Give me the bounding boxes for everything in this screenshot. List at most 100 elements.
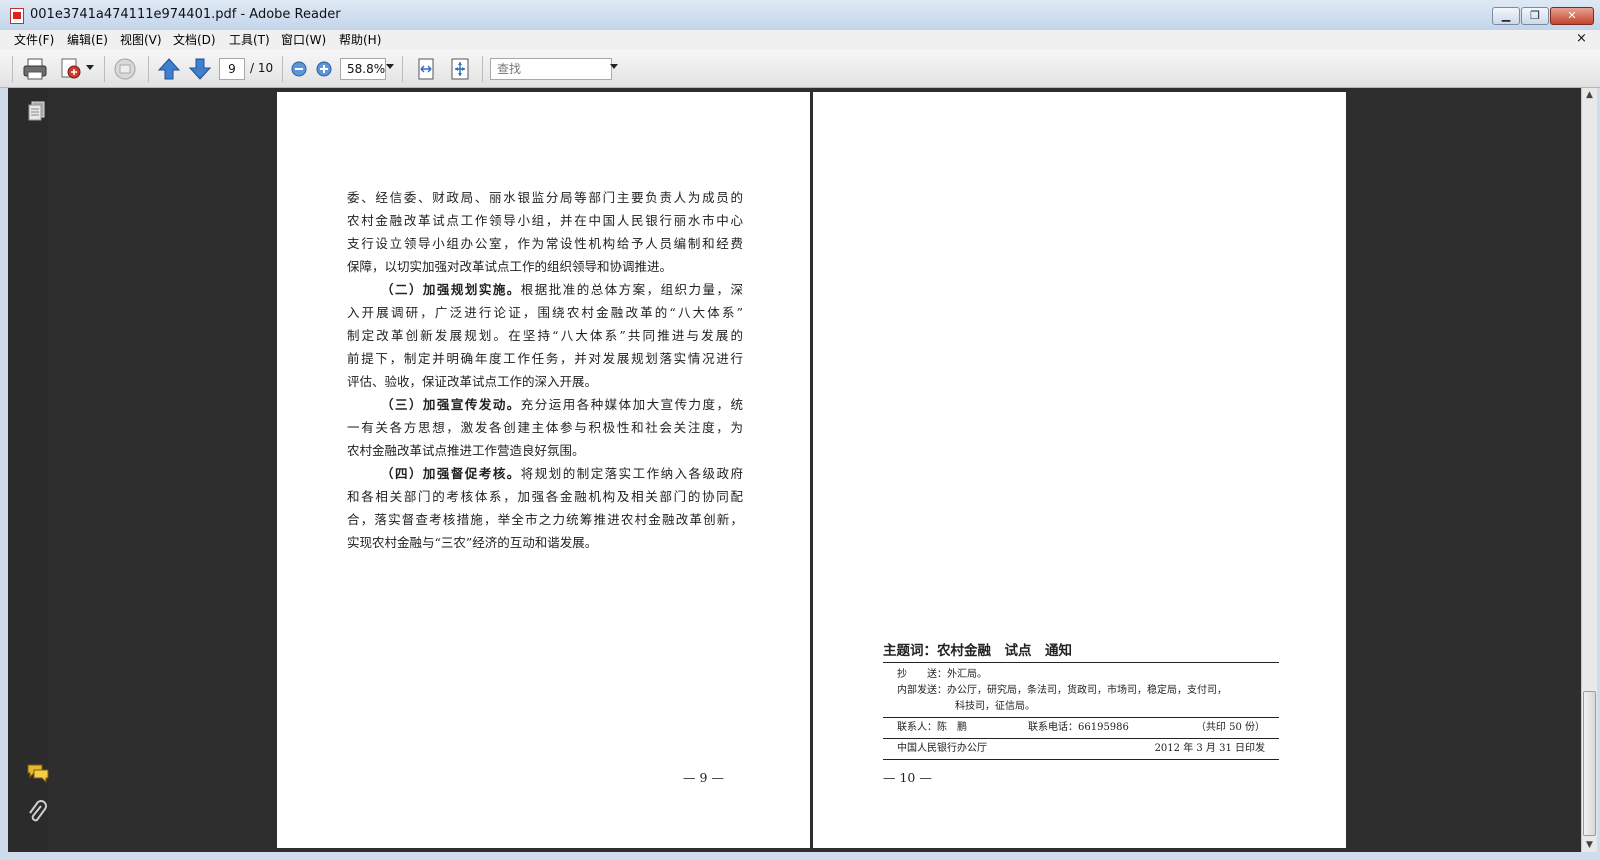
zoom-input[interactable]: 58.8% (340, 58, 386, 80)
scroll-down-icon[interactable]: ▼ (1582, 840, 1597, 850)
text-line: 支行设立领导小组办公室，作为常设性机构给予人员编制和经费 (347, 232, 743, 255)
print-button[interactable] (22, 57, 48, 81)
text-line: （二）加强规划实施。根据批准的总体方案，组织力量，深 (347, 278, 743, 301)
menu-help[interactable]: 帮助(H) (339, 31, 381, 48)
zoom-in-button[interactable] (314, 57, 334, 81)
scroll-up-icon[interactable]: ▲ (1582, 90, 1597, 100)
minimize-button[interactable]: ▁ (1492, 7, 1520, 25)
issuer: 中国人民银行办公厅 (897, 743, 987, 754)
section-heading: （三）加强宣传发动。 (381, 397, 521, 412)
page-number-input[interactable]: 9 (219, 58, 245, 80)
pdf-page-10: 主题词：农村金融 试点 通知 抄 送：外汇局。 内部发送：办公厅，研究局，条法司… (813, 92, 1346, 848)
toolbar-separator (104, 56, 105, 82)
zoom-out-icon (291, 61, 307, 77)
pdf-file-icon (10, 8, 24, 24)
text-line: 农村金融改革试点推进工作营造良好氛围。 (347, 439, 743, 462)
close-button[interactable]: ✕ (1550, 7, 1594, 25)
create-pdf-button[interactable] (58, 57, 94, 81)
menu-view[interactable]: 视图(V) (120, 31, 162, 48)
menu-window[interactable]: 窗口(W) (281, 31, 326, 48)
toolbar: 9 / 10 58.8% 查找 (0, 50, 1600, 88)
previous-page-button[interactable] (157, 57, 181, 81)
print-copies: （共印 50 份） (1195, 722, 1265, 733)
arrow-up-icon (157, 58, 181, 80)
line-text: 实现农村金融与“三农”经济的互动和谐发展。 (347, 535, 598, 550)
text-line: 评估、验收，保证改革试点工作的深入开展。 (347, 370, 743, 393)
vertical-scrollbar[interactable]: ▲ ▼ (1581, 88, 1597, 852)
contact-phone: 联系电话：66195986 (1028, 722, 1129, 733)
comments-icon[interactable] (26, 762, 50, 784)
next-page-button[interactable] (188, 57, 212, 81)
zoom-in-icon (316, 61, 332, 77)
menu-bar: 文件(F) 编辑(E) 视图(V) 文档(D) 工具(T) 窗口(W) 帮助(H… (0, 30, 1600, 50)
zoom-dropdown-icon[interactable] (386, 64, 394, 69)
title-bar[interactable]: 001e3741a474111e974401.pdf - Adobe Reade… (0, 0, 1600, 30)
pages-icon[interactable] (26, 100, 46, 122)
fit-width-button[interactable] (414, 57, 438, 81)
page-10-number: — 10 — (883, 770, 932, 785)
text-line: （三）加强宣传发动。充分运用各种媒体加大宣传力度，统 (347, 393, 743, 416)
text-line: 合，落实督查考核措施，举全市之力统筹推进农村金融改革创新， (347, 508, 743, 531)
collaborate-button[interactable] (112, 57, 138, 81)
line-text: 委、经信委、财政局、丽水银监分局等部门主要负责人为成员的 (347, 190, 743, 205)
create-pdf-icon (61, 58, 81, 79)
page-total: / 10 (250, 61, 274, 75)
line-text: 保障，以切实加强对改革试点工作的组织领导和协调推进。 (347, 259, 673, 274)
print-icon (23, 58, 47, 80)
menu-edit[interactable]: 编辑(E) (67, 31, 108, 48)
fit-width-icon (418, 58, 434, 80)
issue-date: 2012 年 3 月 31 日印发 (1154, 743, 1265, 754)
line-text: 将规划的制定落实工作纳入各级政府 (520, 466, 743, 481)
toolbar-separator (402, 56, 403, 82)
attachment-icon[interactable] (26, 800, 48, 824)
page-9-number: — 9 — (683, 770, 724, 785)
text-line: 实现农村金融与“三农”经济的互动和谐发展。 (347, 531, 743, 554)
line-text: 充分运用各种媒体加大宣传力度，统 (520, 397, 743, 412)
create-pdf-dropdown-icon (86, 65, 94, 70)
search-dropdown-icon[interactable] (610, 64, 618, 69)
text-line: 委、经信委、财政局、丽水银监分局等部门主要负责人为成员的 (347, 186, 743, 209)
line-text: 农村金融改革试点推进工作营造良好氛围。 (347, 443, 585, 458)
line-text: 农村金融改革试点工作领导小组，并在中国人民银行丽水市中心 (347, 213, 743, 228)
line-text: 评估、验收，保证改革试点工作的深入开展。 (347, 374, 598, 389)
collaborate-icon (114, 58, 136, 80)
contact-person: 联系人：陈 鹏 (897, 722, 967, 733)
fit-page-button[interactable] (448, 57, 472, 81)
menu-document[interactable]: 文档(D) (173, 31, 216, 48)
fit-page-icon (451, 58, 469, 80)
internal-distribution: 内部发送：办公厅，研究局，条法司，货政司，市场司，稳定局，支付司， (897, 685, 1227, 696)
app-window: 001e3741a474111e974401.pdf - Adobe Reade… (0, 0, 1600, 860)
navigation-panel (8, 88, 50, 852)
section-heading: （四）加强督促考核。 (381, 466, 521, 481)
restore-icon: ❐ (1530, 9, 1540, 22)
text-line: 保障，以切实加强对改革试点工作的组织领导和协调推进。 (347, 255, 743, 278)
minimize-icon: ▁ (1501, 9, 1511, 22)
document-close-button[interactable]: × (1576, 31, 1587, 46)
window-title: 001e3741a474111e974401.pdf - Adobe Reade… (30, 7, 341, 22)
text-line: 一有关各方思想，激发各创建主体参与积极性和社会关注度，为 (347, 416, 743, 439)
cc-line: 抄 送：外汇局。 (897, 669, 987, 680)
scroll-thumb[interactable] (1583, 691, 1596, 836)
footer-bottom-rule (883, 759, 1279, 760)
pdf-page-9: 委、经信委、财政局、丽水银监分局等部门主要负责人为成员的 农村金融改革试点工作领导… (277, 92, 810, 848)
toolbar-grip (12, 56, 13, 82)
line-text: 一有关各方思想，激发各创建主体参与积极性和社会关注度，为 (347, 420, 743, 435)
restore-button[interactable]: ❐ (1521, 7, 1549, 25)
text-line: 前提下，制定并明确年度工作任务，并对发展规划落实情况进行 (347, 347, 743, 370)
menu-file[interactable]: 文件(F) (14, 31, 54, 48)
contact-row: 联系人：陈 鹏 联系电话：66195986 （共印 50 份） (883, 717, 1279, 738)
issuer-row: 中国人民银行办公厅 2012 年 3 月 31 日印发 (883, 738, 1279, 759)
line-text: 支行设立领导小组办公室，作为常设性机构给予人员编制和经费 (347, 236, 743, 251)
section-heading: （二）加强规划实施。 (381, 282, 521, 297)
page-9-body: 委、经信委、财政局、丽水银监分局等部门主要负责人为成员的 农村金融改革试点工作领导… (347, 186, 743, 554)
line-text: 制定改革创新发展规划。在坚持“八大体系”共同推进与发展的 (347, 328, 743, 343)
toolbar-separator (282, 56, 283, 82)
search-input[interactable]: 查找 (490, 58, 612, 80)
text-line: 和各相关部门的考核体系，加强各金融机构及相关部门的协同配 (347, 485, 743, 508)
line-text: 入开展调研，广泛进行论证，围绕农村金融改革的“八大体系” (347, 305, 743, 320)
document-footer: 主题词：农村金融 试点 通知 抄 送：外汇局。 内部发送：办公厅，研究局，条法司… (883, 640, 1279, 760)
menu-tools[interactable]: 工具(T) (229, 31, 270, 48)
zoom-out-button[interactable] (289, 57, 309, 81)
internal-distribution-cont: 科技司，征信局。 (955, 701, 1035, 712)
text-line: 入开展调研，广泛进行论证，围绕农村金融改革的“八大体系” (347, 301, 743, 324)
